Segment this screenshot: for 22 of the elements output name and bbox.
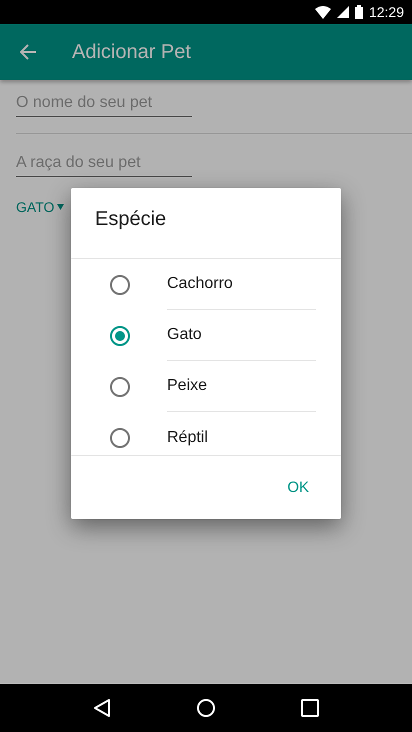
- caret-icon: [57, 204, 64, 210]
- battery-icon: [354, 5, 363, 19]
- home-nav-button[interactable]: [196, 698, 216, 718]
- radio-button[interactable]: [110, 326, 130, 346]
- option-label: Cachorro: [167, 275, 233, 293]
- species-dropdown[interactable]: GATO: [16, 199, 64, 215]
- text-field[interactable]: A raça do seu pet: [16, 152, 192, 177]
- radio-button[interactable]: [110, 274, 130, 294]
- recents-nav-button[interactable]: [301, 699, 320, 717]
- text-field[interactable]: O nome do seu pet: [16, 92, 192, 117]
- option-label: Réptil: [167, 428, 208, 446]
- clock-time: 12:29: [368, 4, 404, 20]
- screen-title: Adicionar Pet: [72, 40, 191, 64]
- dialog-title: Espécie: [94, 207, 168, 232]
- signal-icon: [336, 6, 349, 18]
- wifi-icon: [314, 6, 331, 18]
- radio-button[interactable]: [110, 376, 130, 396]
- option-label: Gato: [167, 326, 202, 344]
- radio-button[interactable]: [110, 428, 130, 448]
- back-nav-button[interactable]: [92, 698, 111, 718]
- option-label: Peixe: [167, 377, 208, 395]
- ok-button[interactable]: OK: [283, 473, 313, 502]
